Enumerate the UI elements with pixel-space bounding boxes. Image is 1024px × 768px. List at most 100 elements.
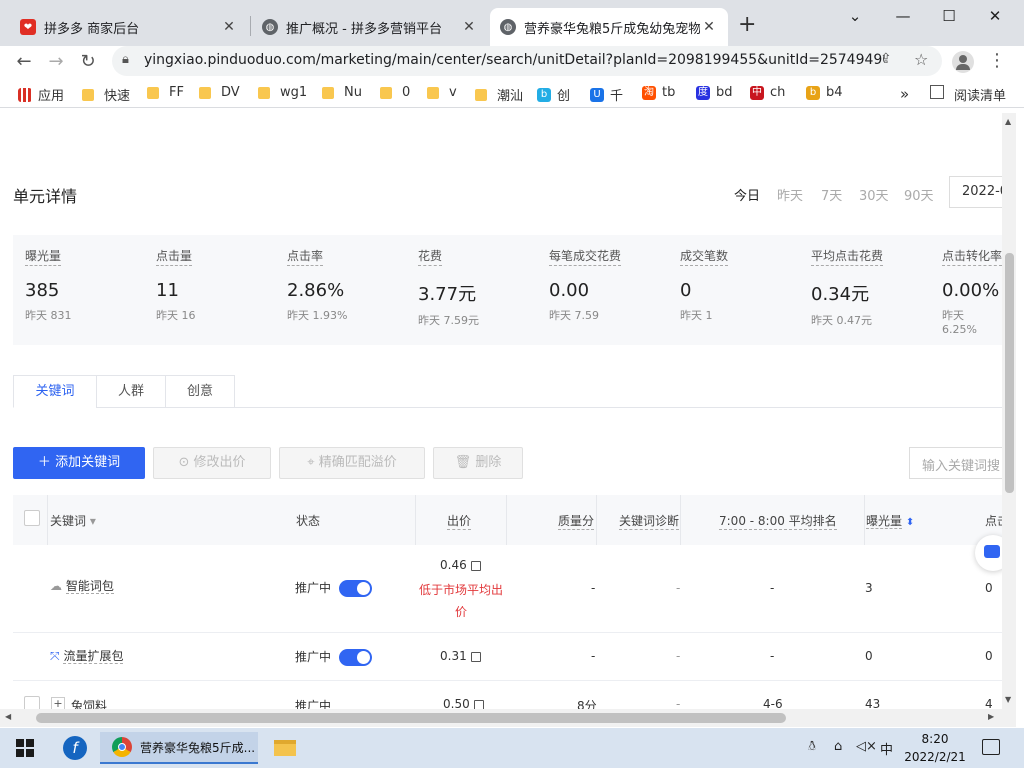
- status-text: 推广中: [295, 650, 332, 664]
- vertical-scroll-thumb[interactable]: [1005, 253, 1014, 493]
- share-icon[interactable]: ⇪: [880, 51, 892, 67]
- bookmark-star-icon[interactable]: ☆: [914, 50, 928, 69]
- bookmark-folder[interactable]: 0: [380, 85, 410, 100]
- status-toggle[interactable]: [338, 649, 372, 666]
- metric-label[interactable]: 点击转化率: [942, 247, 1002, 266]
- metric-label[interactable]: 花费: [418, 247, 443, 266]
- taskbar-chrome-window[interactable]: 营养豪华兔粮5斤成...: [100, 732, 258, 764]
- metric-label[interactable]: 成交笔数: [680, 247, 729, 266]
- metric-label[interactable]: 平均点击花费: [811, 247, 884, 266]
- menu-kebab-icon[interactable]: ⋮: [988, 50, 1006, 71]
- metric-label[interactable]: 点击率: [287, 247, 324, 266]
- horizontal-scroll-thumb[interactable]: [36, 713, 786, 723]
- edit-icon[interactable]: [470, 560, 481, 571]
- volume-muted-icon[interactable]: ◁×: [856, 739, 877, 754]
- date-tab-today[interactable]: 今日: [734, 185, 760, 204]
- sort-icon[interactable]: ⬍: [906, 517, 914, 528]
- bookmark-apps[interactable]: 应用: [18, 85, 64, 104]
- close-tab-icon[interactable]: ✕: [220, 19, 238, 35]
- close-window-button[interactable]: ✕: [972, 4, 1018, 28]
- bookmark-folder[interactable]: 潮汕: [475, 85, 523, 104]
- filter-funnel-icon[interactable]: ▾: [90, 514, 96, 528]
- row-checkbox[interactable]: [24, 696, 40, 709]
- forward-arrow-icon[interactable]: →: [44, 50, 68, 74]
- tab-creative[interactable]: 创意: [165, 375, 235, 408]
- profile-avatar-icon[interactable]: [952, 51, 974, 73]
- tab-audience[interactable]: 人群: [96, 375, 166, 408]
- bookmark-item[interactable]: b b4: [806, 85, 843, 100]
- new-tab-button[interactable]: +: [738, 12, 756, 37]
- keyword-link[interactable]: 智能词包: [65, 579, 114, 594]
- bookmark-folder[interactable]: Nu: [322, 85, 362, 100]
- vertical-scrollbar[interactable]: ▲ ▼: [1002, 113, 1016, 709]
- close-tab-icon[interactable]: ✕: [460, 19, 478, 35]
- keyword-search-input[interactable]: 输入关键词搜: [909, 447, 1002, 479]
- column-header-diagnosis[interactable]: 关键词诊断: [619, 512, 680, 530]
- edit-icon[interactable]: [470, 651, 481, 662]
- metric-label[interactable]: 每笔成交花费: [549, 247, 622, 266]
- clicks-cell: 0: [985, 581, 993, 595]
- tab-unit-detail[interactable]: ◍ 营养豪华兔粮5斤成兔幼兔宠物兔 ✕: [490, 8, 728, 46]
- tab-keywords[interactable]: 关键词: [13, 375, 97, 408]
- file-explorer-icon[interactable]: [268, 732, 302, 764]
- edit-icon[interactable]: [473, 699, 484, 709]
- date-tab-90days[interactable]: 90天: [904, 185, 934, 204]
- date-tab-30days[interactable]: 30天: [859, 185, 889, 204]
- reload-icon[interactable]: ↻: [76, 50, 100, 74]
- tab-promotion-overview[interactable]: ◍ 推广概况 - 拼多多营销平台 ✕: [252, 8, 488, 46]
- metric-label[interactable]: 点击量: [156, 247, 193, 266]
- metric-value: 0.34元: [811, 284, 870, 305]
- bookmark-folder[interactable]: wg1: [258, 85, 307, 100]
- address-bar[interactable]: 🔒︎ yingxiao.pinduoduo.com/marketing/main…: [112, 46, 942, 76]
- status-toggle[interactable]: [338, 580, 372, 597]
- bookmarks-overflow-button[interactable]: »: [900, 85, 909, 103]
- ime-indicator[interactable]: 中: [880, 739, 893, 758]
- column-header-impressions[interactable]: 曝光量 ⬍: [866, 512, 914, 529]
- bookmark-folder[interactable]: DV: [199, 85, 240, 100]
- bookmark-folder[interactable]: v: [427, 85, 457, 100]
- scroll-left-arrow-icon[interactable]: ◀: [5, 712, 11, 721]
- flash-icon[interactable]: f: [58, 732, 92, 764]
- bookmark-item[interactable]: 淘 tb: [642, 85, 675, 100]
- tab-pinduoduo-merchant[interactable]: ❤ 拼多多 商家后台 ✕: [10, 8, 248, 46]
- date-tab-7days[interactable]: 7天: [821, 185, 842, 204]
- bookmark-label: Nu: [344, 85, 362, 100]
- qq-penguin-icon[interactable]: 🐧︎: [808, 739, 816, 755]
- column-header-bid[interactable]: 出价: [447, 512, 472, 530]
- maximize-button[interactable]: ☐: [926, 4, 972, 28]
- reading-list-button[interactable]: 阅读清单: [930, 85, 1006, 104]
- bookmark-folder[interactable]: FF: [147, 85, 184, 100]
- minimize-button[interactable]: —: [880, 4, 926, 28]
- scroll-up-arrow-icon[interactable]: ▲: [1005, 117, 1011, 126]
- column-header-avg-rank[interactable]: 7:00 - 8:00 平均排名: [719, 512, 837, 530]
- network-icon[interactable]: ⌂: [834, 739, 842, 754]
- bookmark-folder[interactable]: 快速: [82, 85, 130, 104]
- bookmark-item[interactable]: U千: [590, 85, 623, 104]
- expand-plus-icon[interactable]: +: [51, 697, 65, 709]
- exact-match-premium-button[interactable]: ⌖ 精确匹配溢价: [279, 447, 425, 479]
- date-picker-input[interactable]: 2022-0: [949, 176, 1002, 208]
- delete-button[interactable]: 🗑︎ 删除: [433, 447, 523, 479]
- keyword-link[interactable]: 流量扩展包: [63, 649, 124, 664]
- close-tab-icon[interactable]: ✕: [700, 19, 718, 35]
- back-arrow-icon[interactable]: ←: [12, 50, 36, 74]
- bookmark-item[interactable]: b创: [537, 85, 570, 104]
- scroll-right-arrow-icon[interactable]: ▶: [988, 712, 994, 721]
- tab-search-chevron-icon[interactable]: ⌄: [832, 4, 878, 28]
- modify-bid-button[interactable]: ⊙ 修改出价: [153, 447, 271, 479]
- horizontal-scrollbar[interactable]: ◀ ▶: [0, 709, 1016, 727]
- bookmark-item[interactable]: 度 bd: [696, 85, 733, 100]
- metric-avg-cpc: 平均点击花费 0.34元 昨天 0.47元: [811, 247, 884, 328]
- column-header-quality-score[interactable]: 质量分: [558, 512, 595, 530]
- action-center-icon[interactable]: [982, 739, 1000, 755]
- date-tab-yesterday[interactable]: 昨天: [777, 185, 803, 204]
- add-keyword-button[interactable]: ＋ 添加关键词: [13, 447, 145, 479]
- column-header-clicks[interactable]: 点击: [985, 512, 1002, 529]
- clock[interactable]: 8:20 2022/2/21: [904, 730, 966, 766]
- keyword-cell[interactable]: 兔饲料: [71, 697, 107, 709]
- bookmark-item[interactable]: 中 ch: [750, 85, 785, 100]
- metric-label[interactable]: 曝光量: [25, 247, 62, 266]
- select-all-checkbox[interactable]: [24, 510, 40, 526]
- scroll-down-arrow-icon[interactable]: ▼: [1005, 695, 1011, 704]
- windows-start-icon[interactable]: [8, 732, 42, 764]
